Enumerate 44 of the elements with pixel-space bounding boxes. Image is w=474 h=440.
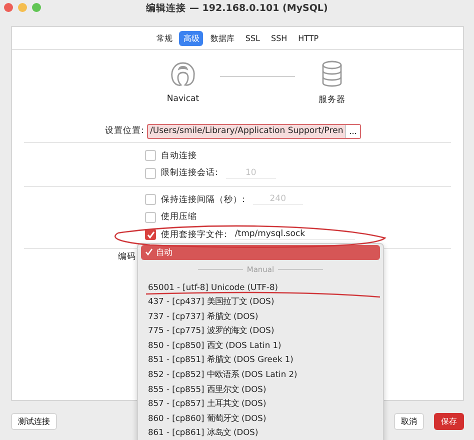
option-label: 自动连接 [161,150,197,162]
menu-item[interactable]: 861 - [cp861] 冰岛文 (DOS) [141,426,380,440]
cancel-button[interactable]: 取消 [394,413,424,430]
zoom-button[interactable] [32,3,41,12]
menu-item[interactable]: 851 - [cp851] 希腊文 (DOS Greek 1) [141,352,380,368]
minimize-button[interactable] [18,3,27,12]
option-label: 使用套接字文件: [161,228,227,241]
checkbox[interactable] [145,194,156,206]
option-label: 使用压缩 [161,211,197,224]
save-button[interactable]: 保存 [434,413,464,430]
menu-item[interactable]: 855 - [cp855] 西里尔文 (DOS) [141,382,380,396]
tab[interactable]: 数据库 [206,30,238,46]
tab[interactable]: 常规 [152,30,176,46]
tab[interactable]: SSL [241,32,264,44]
close-button[interactable] [4,3,13,12]
option-label: 保持连接间隔（秒）: [161,194,245,206]
menu-item[interactable]: 737 - [cp737] 希腊文 (DOS) [141,308,380,324]
menu-item[interactable]: 860 - [cp860] 葡萄牙文 (DOS) [141,410,380,426]
checkbox[interactable] [145,212,156,223]
field-label: 编码 [118,250,136,262]
navicat-icon [169,60,197,88]
window-title: 编辑连接 — 192.168.0.101 (MySQL) [146,2,328,14]
browse-button[interactable]: ... [345,124,360,138]
checkbox[interactable] [145,150,156,162]
database-icon [321,60,343,88]
menu-item[interactable]: 775 - [cp775] 波罗的海文 (DOS) [141,323,380,338]
client-label: Navicat [166,94,200,104]
option-label: 限制连接会话: [161,167,218,180]
menu-item[interactable]: 65001 - [utf-8] Unicode (UTF-8) [141,280,380,294]
menu-item[interactable]: 852 - [cp852] 中欧语系 (DOS Latin 2) [141,367,380,382]
tab[interactable]: 高级 [179,30,204,46]
checkbox[interactable] [145,168,156,179]
tab[interactable]: HTTP [294,32,323,44]
menu-item[interactable]: 437 - [cp437] 美国拉丁文 (DOS) [141,294,380,309]
menu-item[interactable]: 自动 [141,245,380,260]
check-icon [145,248,153,256]
test-connection-button[interactable]: 测试连接 [11,413,57,430]
tab[interactable]: SSH [266,32,292,44]
path-field[interactable]: /Users/smile/Library/Application Support/Pren ... [147,124,361,138]
value-field[interactable]: /tmp/mysql.sock [234,229,355,240]
field-label: 设置位置: [104,125,145,137]
menu-item[interactable]: 850 - [cp850] 西文 (DOS Latin 1) [141,338,380,353]
server-label: 服务器 [318,94,346,106]
menu-item[interactable]: 857 - [cp857] 土耳其文 (DOS) [141,396,380,411]
